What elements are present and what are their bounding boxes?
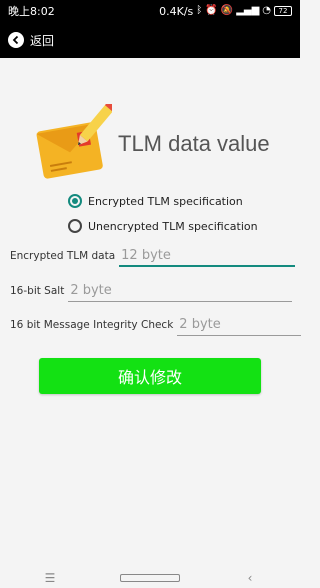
status-icons: 0.4K/s ᛒ ⏰ 🔕 ▂▄▆ ◔ 72 [159, 5, 292, 18]
back-label: 返回 [30, 33, 55, 48]
back-arrow-icon [8, 32, 24, 48]
hero-section: TLM data value [36, 104, 270, 184]
page-title: TLM data value [118, 131, 270, 156]
salt-label: 16-bit Salt [10, 285, 65, 297]
network-speed: 0.4K/s [159, 4, 194, 18]
tlm-data-input[interactable] [119, 245, 296, 267]
salt-row: 16-bit Salt [10, 280, 293, 302]
navigation-bar: ☰ ‹ [0, 568, 300, 588]
unencrypted-radio[interactable] [68, 219, 82, 233]
back-button[interactable]: 返回 [8, 32, 54, 49]
status-bar: 晚上8:02 0.4K/s ᛒ ⏰ 🔕 ▂▄▆ ◔ 72 [0, 0, 300, 22]
signal-icon: ▂▄▆ [236, 5, 260, 16]
battery-icon: 72 [274, 6, 292, 16]
encrypted-radio[interactable] [68, 194, 82, 208]
back-nav-icon[interactable]: ‹ [220, 571, 280, 585]
tlm-data-row: Encrypted TLM data [10, 245, 296, 267]
home-icon[interactable] [120, 571, 180, 585]
mic-input[interactable] [177, 314, 302, 336]
bluetooth-icon: ᛒ [196, 5, 203, 16]
tlm-data-label: Encrypted TLM data [10, 250, 116, 262]
alarm-icon: ⏰ [205, 5, 218, 16]
menu-icon[interactable]: ☰ [20, 571, 80, 585]
title-bar: 返回 [0, 22, 300, 58]
salt-input[interactable] [68, 280, 293, 302]
unencrypted-option[interactable]: Unencrypted TLM specification [68, 219, 258, 233]
unencrypted-option-label: Unencrypted TLM specification [88, 219, 258, 233]
wifi-icon: ◔ [262, 5, 271, 16]
mic-label: 16 bit Message Integrity Check [10, 319, 174, 331]
mute-icon: 🔕 [220, 5, 234, 16]
envelope-pencil-icon [36, 104, 112, 179]
confirm-button[interactable]: 确认修改 [39, 358, 261, 394]
mic-row: 16 bit Message Integrity Check [10, 314, 302, 336]
status-time: 晚上8:02 [8, 5, 55, 18]
encrypted-option-label: Encrypted TLM specification [88, 194, 243, 208]
encrypted-option[interactable]: Encrypted TLM specification [68, 194, 243, 208]
